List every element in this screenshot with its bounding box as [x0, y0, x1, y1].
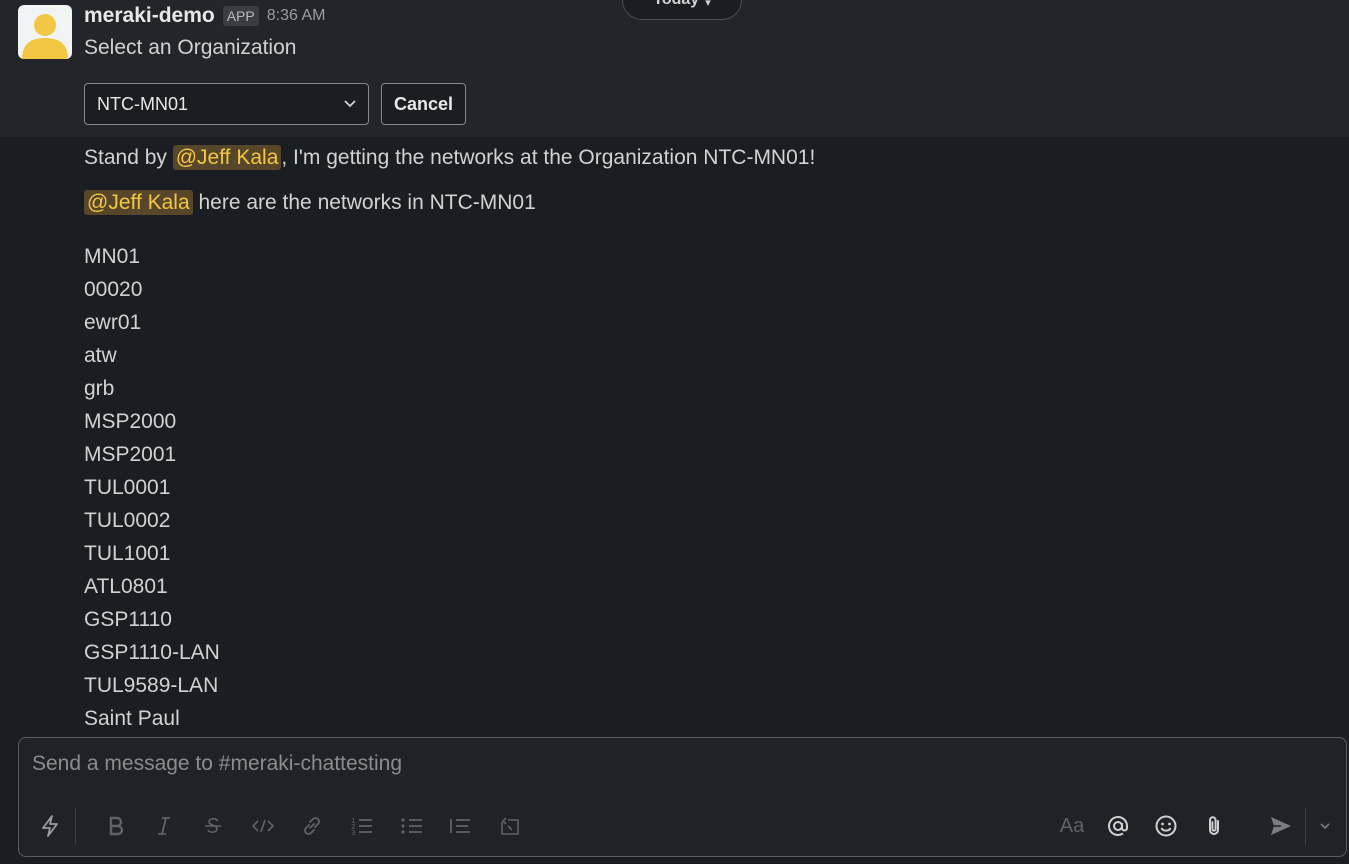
avatar[interactable] — [18, 5, 72, 59]
formatting-toggle-button[interactable]: Aa — [1057, 812, 1087, 840]
bullet-list-icon[interactable] — [399, 812, 425, 840]
message-timestamp[interactable]: 8:36 AM — [267, 7, 326, 25]
chevron-down-icon — [344, 100, 356, 108]
message-text: Stand by — [84, 146, 173, 169]
network-list-item: grb — [84, 377, 115, 400]
network-list-item: ewr01 — [84, 311, 142, 334]
organization-select-value: NTC-MN01 — [97, 93, 189, 114]
message-input[interactable] — [32, 752, 1032, 776]
organization-select[interactable]: NTC-MN01 — [84, 83, 369, 125]
at-icon[interactable] — [1105, 812, 1131, 840]
toolbar-divider — [1305, 808, 1306, 844]
day-divider-label: Today — [653, 0, 699, 9]
network-list-item: GSP1110-LAN — [84, 641, 220, 664]
network-list-item: TUL1001 — [84, 542, 171, 565]
blockquote-icon[interactable] — [447, 812, 473, 840]
message-text: here are the networks in NTC-MN01 — [192, 191, 536, 214]
message-header: meraki-demo APP 8:36 AM — [84, 2, 325, 30]
chevron-down-icon[interactable] — [1315, 812, 1335, 840]
network-list-item: TUL0001 — [84, 476, 171, 499]
message-prompt: Select an Organization — [84, 36, 297, 59]
lightning-icon[interactable] — [37, 812, 63, 840]
ordered-list-icon[interactable]: 123 — [349, 812, 375, 840]
network-list-item: MSP2000 — [84, 410, 177, 433]
code-icon[interactable] — [250, 812, 276, 840]
link-icon[interactable] — [299, 812, 325, 840]
sender-name[interactable]: meraki-demo — [84, 4, 215, 28]
chevron-down-icon: ▾ — [705, 0, 711, 9]
toolbar-divider — [75, 808, 76, 844]
network-list-item: Saint Paul — [84, 707, 180, 730]
networks-intro-message: @Jeff Kala here are the networks in NTC-… — [84, 190, 536, 215]
network-list-item: MSP2001 — [84, 443, 177, 466]
emoji-icon[interactable] — [1153, 812, 1179, 840]
app-badge: APP — [222, 6, 259, 26]
send-icon[interactable] — [1267, 812, 1295, 840]
network-list-item: TUL0002 — [84, 509, 171, 532]
bold-icon[interactable] — [103, 812, 129, 840]
network-list: MN01 00020 ewr01 atw grb MSP2000 MSP2001 TUL000… — [84, 240, 220, 735]
network-list-item: GSP1110 — [84, 608, 172, 631]
network-list-item: MN01 — [84, 245, 141, 268]
code-block-icon[interactable] — [497, 812, 523, 840]
network-list-item: TUL9589-LAN — [84, 674, 219, 697]
italic-icon[interactable] — [151, 812, 177, 840]
message-composer: 123 Aa — [18, 737, 1347, 857]
day-divider-button[interactable]: Today ▾ — [622, 0, 742, 20]
user-mention[interactable]: @Jeff Kala — [172, 145, 282, 170]
network-list-item: atw — [84, 344, 117, 367]
network-list-item: ATL0801 — [84, 575, 168, 598]
message-text: , I'm getting the networks at the Organi… — [281, 146, 816, 169]
paperclip-icon[interactable] — [1201, 812, 1227, 840]
cancel-button[interactable]: Cancel — [381, 83, 466, 125]
svg-text:3: 3 — [351, 829, 355, 836]
user-mention[interactable]: @Jeff Kala — [84, 190, 193, 215]
standby-message: Stand by @Jeff Kala, I'm getting the net… — [84, 145, 816, 170]
network-list-item: 00020 — [84, 278, 143, 301]
strikethrough-icon[interactable] — [200, 812, 226, 840]
